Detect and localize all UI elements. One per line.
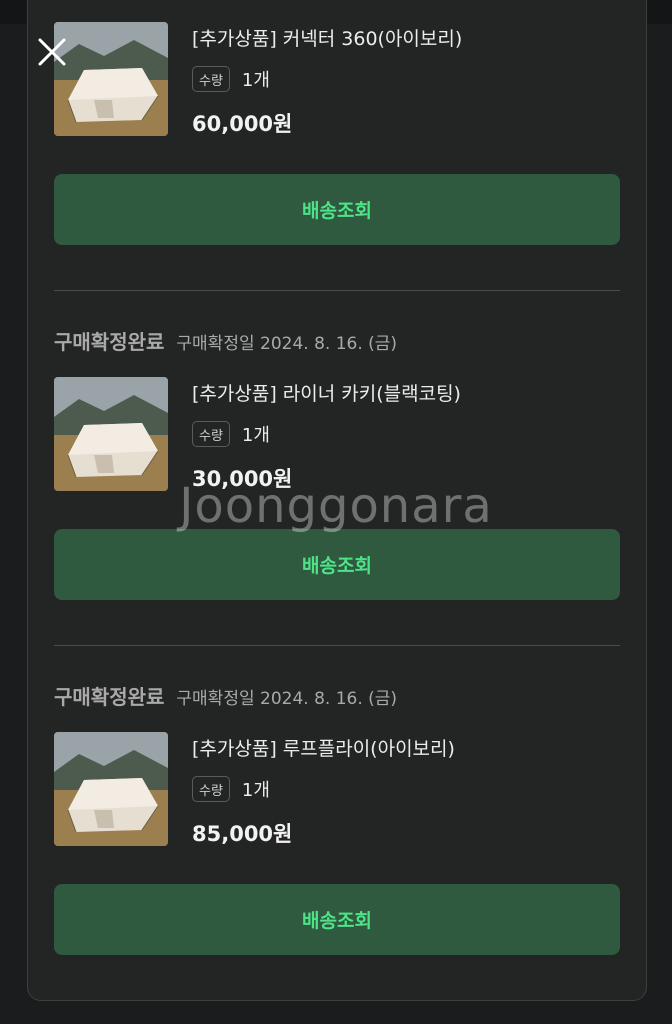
purchase-confirm-date: 구매확정일 2024. 8. 16. (금) [176, 334, 398, 354]
product-price: 85,000원 [192, 822, 293, 846]
order-status-row: 구매확정완료 구매확정일 2024. 8. 16. (금) [54, 681, 397, 711]
order-list-card [27, 0, 647, 1001]
product-name: [추가상품] 커넥터 360(아이보리) [192, 28, 463, 50]
quantity-row: 수량 1개 [192, 420, 270, 448]
product-price: 60,000원 [192, 112, 293, 136]
close-icon [38, 38, 66, 66]
order-item[interactable]: [추가상품] 루프플라이(아이보리) 수량 1개 85,000원 [54, 732, 620, 848]
product-price: 30,000원 [192, 467, 293, 491]
quantity-value: 1개 [241, 780, 270, 801]
quantity-label-badge: 수량 [192, 776, 230, 802]
product-name: [추가상품] 라이너 카키(블랙코팅) [192, 383, 461, 405]
divider [54, 290, 620, 291]
order-status-row: 구매확정완료 구매확정일 2024. 8. 16. (금) [54, 326, 397, 356]
track-shipping-button[interactable]: 배송조회 [54, 174, 620, 245]
close-button[interactable] [30, 30, 74, 74]
order-status: 구매확정완료 [54, 685, 165, 709]
quantity-value: 1개 [241, 425, 270, 446]
quantity-value: 1개 [241, 70, 270, 91]
quantity-label-badge: 수량 [192, 421, 230, 447]
track-shipping-button[interactable]: 배송조회 [54, 884, 620, 955]
quantity-label-badge: 수량 [192, 66, 230, 92]
product-thumbnail [54, 732, 168, 846]
product-name: [추가상품] 루프플라이(아이보리) [192, 738, 455, 760]
divider [54, 645, 620, 646]
track-shipping-button[interactable]: 배송조회 [54, 529, 620, 600]
order-item[interactable]: [추가상품] 라이너 카키(블랙코팅) 수량 1개 30,000원 [54, 377, 620, 493]
order-item[interactable]: [추가상품] 커넥터 360(아이보리) 수량 1개 60,000원 [54, 22, 620, 138]
product-thumbnail [54, 377, 168, 491]
quantity-row: 수량 1개 [192, 65, 270, 93]
order-detail-page: [추가상품] 커넥터 360(아이보리) 수량 1개 60,000원 배송조회 … [0, 0, 672, 1024]
quantity-row: 수량 1개 [192, 775, 270, 803]
order-status: 구매확정완료 [54, 330, 165, 354]
purchase-confirm-date: 구매확정일 2024. 8. 16. (금) [176, 689, 398, 709]
